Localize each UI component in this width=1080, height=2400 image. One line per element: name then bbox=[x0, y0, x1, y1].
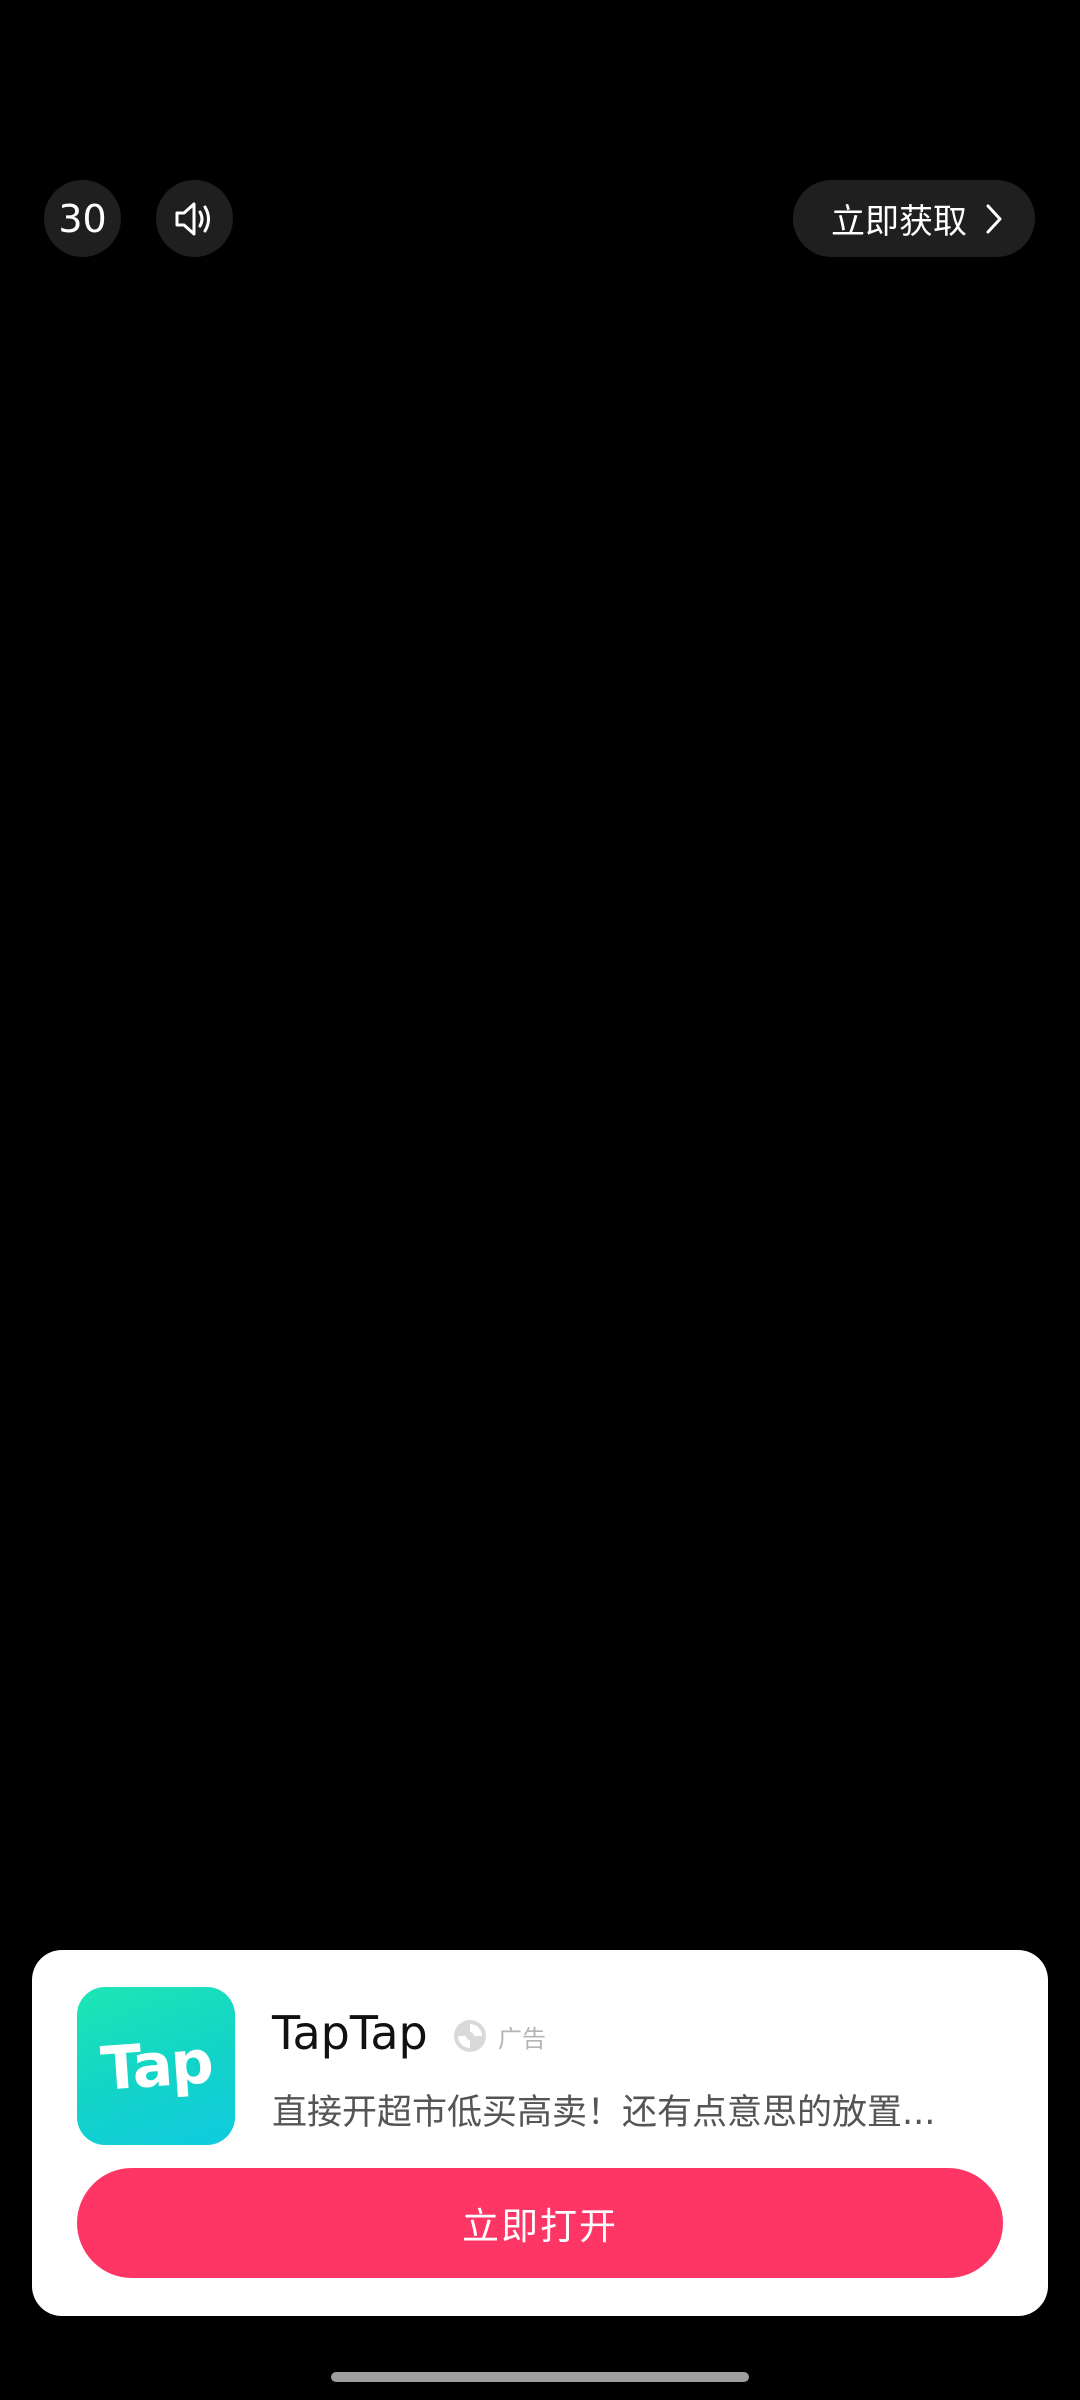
app-description: 直接开超市低买高卖！还有点意思的放置... bbox=[272, 2093, 936, 2133]
open-now-label: 立即打开 bbox=[462, 2205, 618, 2248]
open-now-button[interactable]: 立即打开 bbox=[77, 2168, 1003, 2278]
app-name: TapTap bbox=[272, 2006, 428, 2060]
get-now-button[interactable]: 立即获取 bbox=[793, 180, 1035, 257]
home-indicator[interactable] bbox=[331, 2372, 749, 2382]
countdown-badge: 30 bbox=[44, 180, 121, 257]
speaker-icon bbox=[175, 202, 210, 235]
ad-badge: 广告 bbox=[452, 2018, 546, 2054]
get-now-label: 立即获取 bbox=[831, 202, 967, 242]
ad-source-icon bbox=[454, 2020, 486, 2052]
countdown-text: 30 bbox=[58, 196, 107, 241]
chevron-right-icon bbox=[985, 203, 1003, 235]
ad-screen: 30 立即获取 Tap TapTap 广告 直接开超市低买高卖！还有点意思的放置… bbox=[0, 0, 1080, 2400]
ad-card[interactable]: Tap TapTap 广告 直接开超市低买高卖！还有点意思的放置... 立即打开 bbox=[32, 1950, 1048, 2316]
sound-toggle-button[interactable] bbox=[156, 180, 233, 257]
ad-label: 广告 bbox=[498, 2024, 546, 2053]
taptap-logo-icon[interactable]: Tap bbox=[77, 1987, 235, 2145]
app-icon-text: Tap bbox=[98, 2027, 214, 2105]
